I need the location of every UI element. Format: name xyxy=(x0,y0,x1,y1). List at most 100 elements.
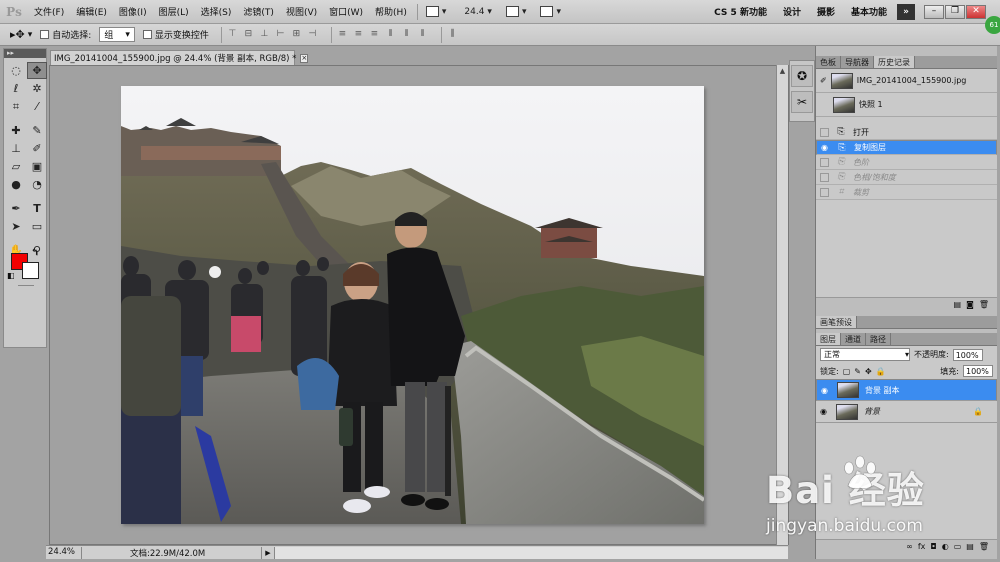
tool-preset-picker[interactable]: ▸✥ ▾ xyxy=(10,28,32,41)
status-menu-icon[interactable]: ▶ xyxy=(262,549,274,557)
swap-colors-icon[interactable]: ↰ xyxy=(31,248,39,258)
photo-canvas[interactable] xyxy=(121,86,704,524)
tab-history[interactable]: 历史记录 xyxy=(874,56,915,68)
show-transform-controls-checkbox[interactable]: 显示变换控件 xyxy=(142,28,209,41)
toolbox-grip[interactable]: ▸▸ xyxy=(4,49,46,58)
history-brush-tool-icon[interactable]: ✐ xyxy=(27,140,47,157)
tab-layers[interactable]: 图层 xyxy=(816,333,841,345)
menu-select[interactable]: 选择(S) xyxy=(195,5,238,18)
default-colors-icon[interactable]: ◧ xyxy=(7,271,15,280)
canvas-area[interactable] xyxy=(49,65,789,545)
brush-tool-icon[interactable]: ✎ xyxy=(27,122,47,139)
checkbox-box[interactable] xyxy=(820,157,829,167)
checkbox-box[interactable] xyxy=(820,127,829,137)
menu-layer[interactable]: 图层(L) xyxy=(153,5,195,18)
distribute-right-icon[interactable]: ⦀ xyxy=(417,30,428,39)
blend-mode-dropdown[interactable]: 正常 ▾ xyxy=(820,348,910,361)
lasso-tool-icon[interactable]: ℓ xyxy=(6,80,26,97)
distribute-hcenter-icon[interactable]: ⦀ xyxy=(401,30,412,39)
lock-all-icon[interactable]: 🔒 xyxy=(876,367,886,376)
history-step[interactable]: ⌗ 裁剪 xyxy=(816,185,997,200)
eyedropper-tool-icon[interactable]: ⁄ xyxy=(27,98,47,115)
menu-window[interactable]: 窗口(W) xyxy=(323,5,369,18)
scroll-up-icon[interactable]: ▲ xyxy=(777,65,788,77)
history-step[interactable]: ⎘ 色阶 xyxy=(816,155,997,170)
magic-wand-tool-icon[interactable]: ✲ xyxy=(27,80,47,97)
eye-icon[interactable]: ◉ xyxy=(820,407,830,416)
path-selection-tool-icon[interactable]: ➤ xyxy=(6,218,26,235)
auto-align-icon[interactable]: ⫼ xyxy=(447,30,458,39)
pen-tool-icon[interactable]: ✒ xyxy=(6,200,26,217)
align-right-icon[interactable]: ⊣ xyxy=(307,30,318,39)
align-left-icon[interactable]: ⊢ xyxy=(275,30,286,39)
background-color-swatch[interactable] xyxy=(22,262,39,279)
tab-paths[interactable]: 路径 xyxy=(866,333,891,345)
clone-stamp-tool-icon[interactable]: ⊥ xyxy=(6,140,26,157)
more-workspaces-button[interactable]: » xyxy=(897,3,915,20)
auto-select-target-dropdown[interactable]: 组 ▾ xyxy=(99,27,135,42)
lock-pixels-icon[interactable]: ✎ xyxy=(854,367,861,376)
workspace-design[interactable]: 设计 xyxy=(775,5,809,18)
type-tool-icon[interactable]: T xyxy=(27,200,47,217)
new-document-from-state-icon[interactable]: ▤ xyxy=(954,300,962,309)
tool-presets-icon[interactable]: ✪ xyxy=(791,65,813,87)
tab-navigator[interactable]: 导航器 xyxy=(841,56,874,68)
zoom-dropdown[interactable]: 24.4 ▾ xyxy=(460,7,496,17)
menu-view[interactable]: 视图(V) xyxy=(280,5,323,18)
menu-file[interactable]: 文件(F) xyxy=(28,5,70,18)
checkbox-box[interactable] xyxy=(820,187,829,197)
screen-mode-dropdown[interactable]: ▾ xyxy=(422,6,451,17)
align-vcenter-icon[interactable]: ⊟ xyxy=(243,30,254,39)
opacity-field[interactable]: 100% xyxy=(952,348,983,361)
menu-edit[interactable]: 编辑(E) xyxy=(70,5,113,18)
healing-brush-tool-icon[interactable]: ✚ xyxy=(6,122,26,139)
lock-transparency-icon[interactable]: ▢ xyxy=(843,367,851,376)
workspace-essentials[interactable]: 基本功能 xyxy=(843,5,895,18)
brush-presets-icon[interactable]: ✂ xyxy=(791,91,813,113)
shape-tool-icon[interactable]: ▭ xyxy=(27,218,47,235)
close-icon[interactable]: × xyxy=(300,53,309,63)
blur-tool-icon[interactable]: ● xyxy=(6,176,26,193)
checkbox-box[interactable] xyxy=(820,172,829,182)
restore-button[interactable]: ❐ xyxy=(945,4,965,19)
horizontal-scrollbar[interactable] xyxy=(274,546,788,559)
document-tab[interactable]: IMG_20141004_155900.jpg @ 24.4% (背景 副本, … xyxy=(50,50,309,65)
history-snapshot[interactable]: ✐ IMG_20141004_155900.jpg xyxy=(816,69,997,93)
crop-tool-icon[interactable]: ⌗ xyxy=(6,98,26,115)
history-step[interactable]: ⎘ 色相/饱和度 xyxy=(816,170,997,185)
screen-view-dropdown[interactable]: ▾ xyxy=(536,6,565,17)
trash-icon[interactable]: 🗑 xyxy=(979,300,989,309)
history-state-slider-icon[interactable]: ◉ xyxy=(821,143,830,152)
distribute-vcenter-icon[interactable]: ≡ xyxy=(353,30,364,39)
marquee-tool-icon[interactable]: ◌ xyxy=(6,62,26,79)
minimize-button[interactable]: – xyxy=(924,4,944,19)
align-top-icon[interactable]: ⊤ xyxy=(227,30,238,39)
history-step[interactable]: ⎘ 打开 xyxy=(816,125,997,140)
distribute-bottom-icon[interactable]: ≡ xyxy=(369,30,380,39)
tab-channels[interactable]: 通道 xyxy=(841,333,866,345)
gradient-tool-icon[interactable]: ▣ xyxy=(27,158,47,175)
history-brush-source-icon[interactable]: ✐ xyxy=(820,76,827,85)
tab-swatches[interactable]: 色板 xyxy=(816,56,841,68)
fill-field[interactable]: 100% xyxy=(963,365,993,377)
menu-help[interactable]: 帮助(H) xyxy=(369,5,413,18)
eye-icon[interactable]: ◉ xyxy=(821,386,831,395)
align-bottom-icon[interactable]: ⊥ xyxy=(259,30,270,39)
layer-row-selected[interactable]: ◉ 背景 副本 xyxy=(816,379,997,401)
layer-row[interactable]: ◉ 背景 🔒 xyxy=(816,401,997,423)
workspace-photography[interactable]: 摄影 xyxy=(809,5,843,18)
new-snapshot-icon[interactable]: ◙ xyxy=(966,300,974,309)
distribute-left-icon[interactable]: ⦀ xyxy=(385,30,396,39)
history-step-selected[interactable]: ◉ ⎘ 复制图层 xyxy=(816,140,997,155)
close-button[interactable]: ✕ xyxy=(966,4,986,19)
auto-select-checkbox[interactable]: 自动选择: xyxy=(40,28,91,41)
distribute-top-icon[interactable]: ≡ xyxy=(337,30,348,39)
eraser-tool-icon[interactable]: ▱ xyxy=(6,158,26,175)
tab-brush-presets[interactable]: 画笔预设 xyxy=(816,316,857,328)
history-snapshot[interactable]: 快照 1 xyxy=(816,93,997,117)
workspace-cs5-new[interactable]: CS 5 新功能 xyxy=(706,5,775,18)
lock-position-icon[interactable]: ✥ xyxy=(865,367,872,376)
arrange-documents-dropdown[interactable]: ▾ xyxy=(502,6,531,17)
quick-mask-icon[interactable] xyxy=(18,285,34,286)
menu-filter[interactable]: 滤镜(T) xyxy=(237,5,280,18)
